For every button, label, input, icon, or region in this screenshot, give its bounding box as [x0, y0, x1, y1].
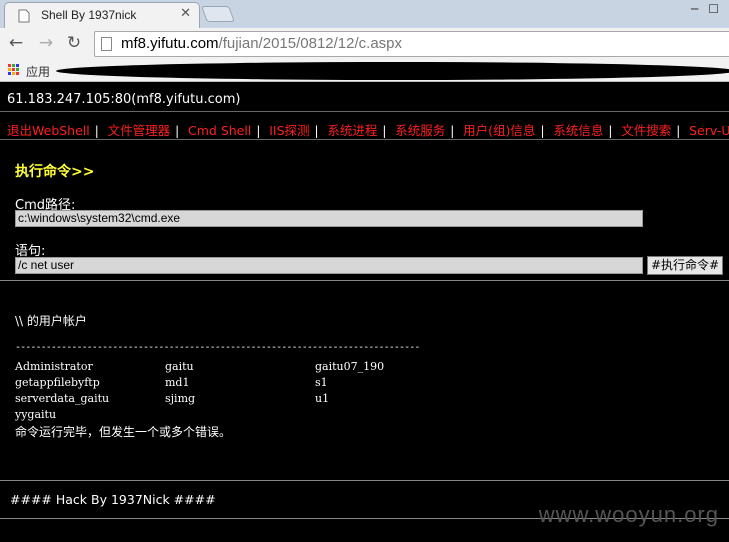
execute-button[interactable]: #执行命令# — [647, 256, 723, 275]
statement-input[interactable]: /c net user — [15, 257, 643, 274]
output-header: \\ 的用户帐户 — [15, 314, 87, 328]
menu-item-iis-probe[interactable]: IIS探测 — [269, 120, 309, 139]
tab-strip: Shell By 1937nick ✕ ─ ☐ — [0, 0, 729, 28]
watermark: www.wooyun.org — [538, 502, 719, 527]
menu-item-system-info[interactable]: 系统信息 — [553, 120, 603, 139]
apps-grid-icon[interactable] — [8, 64, 20, 76]
host-info-bar: 61.183.247.105:80(mf8.yifutu.com) — [0, 88, 729, 112]
page-favicon-icon — [18, 9, 30, 23]
divider — [0, 280, 729, 281]
cmd-path-input[interactable]: c:\windows\system32\cmd.exe — [15, 210, 643, 227]
new-tab-button[interactable] — [201, 6, 235, 22]
url-text[interactable]: mf8.yifutu.com/fujian/2015/0812/12/c.asp… — [121, 35, 402, 52]
window-controls: ─ ☐ — [691, 2, 719, 16]
tab-title: Shell By 1937nick — [41, 8, 137, 22]
tab-close-icon[interactable]: ✕ — [180, 6, 191, 21]
footer-text: #### Hack By 1937Nick #### — [10, 492, 216, 507]
back-arrow-icon[interactable]: ← — [6, 33, 26, 53]
browser-tab[interactable]: Shell By 1937nick ✕ — [4, 2, 200, 28]
menu-item-cmd-shell[interactable]: Cmd Shell — [188, 123, 251, 138]
menu-item-logout[interactable]: 退出WebShell — [7, 120, 90, 139]
shell-menu: 退出WebShell | 文件管理器 | Cmd Shell | IIS探测 | 系统进… — [0, 116, 729, 140]
forward-arrow-icon[interactable]: → — [36, 33, 56, 53]
output-separator: ----------------------------------------… — [15, 342, 420, 353]
menu-item-users[interactable]: 用户(组)信息 — [463, 120, 535, 139]
page-icon — [101, 37, 112, 51]
webshell-page: 61.183.247.105:80(mf8.yifutu.com) 退出WebS… — [0, 82, 729, 542]
menu-item-file-search[interactable]: 文件搜索 — [621, 120, 671, 139]
output-footer: 命令运行完毕，但发生一个或多个错误。 — [15, 425, 232, 439]
redaction-mark — [56, 62, 729, 80]
browser-toolbar: ← → ↻ mf8.yifutu.com/fujian/2015/0812/12… — [0, 28, 729, 60]
menu-item-servu[interactable]: Serv-U提权 — [689, 120, 729, 139]
bookmarks-bar: 应用 — [0, 60, 729, 82]
menu-item-processes[interactable]: 系统进程 — [327, 120, 377, 139]
footer-divider-top — [0, 480, 729, 481]
reload-icon[interactable]: ↻ — [64, 33, 84, 53]
maximize-icon[interactable]: ☐ — [708, 2, 719, 16]
minimize-icon[interactable]: ─ — [691, 2, 698, 16]
address-bar[interactable]: mf8.yifutu.com/fujian/2015/0812/12/c.asp… — [94, 31, 729, 57]
apps-label[interactable]: 应用 — [26, 63, 50, 80]
menu-item-services[interactable]: 系统服务 — [395, 120, 445, 139]
host-info: 61.183.247.105:80(mf8.yifutu.com) — [7, 92, 241, 107]
section-title: 执行命令>> — [15, 164, 95, 180]
menu-item-file-manager[interactable]: 文件管理器 — [108, 120, 171, 139]
